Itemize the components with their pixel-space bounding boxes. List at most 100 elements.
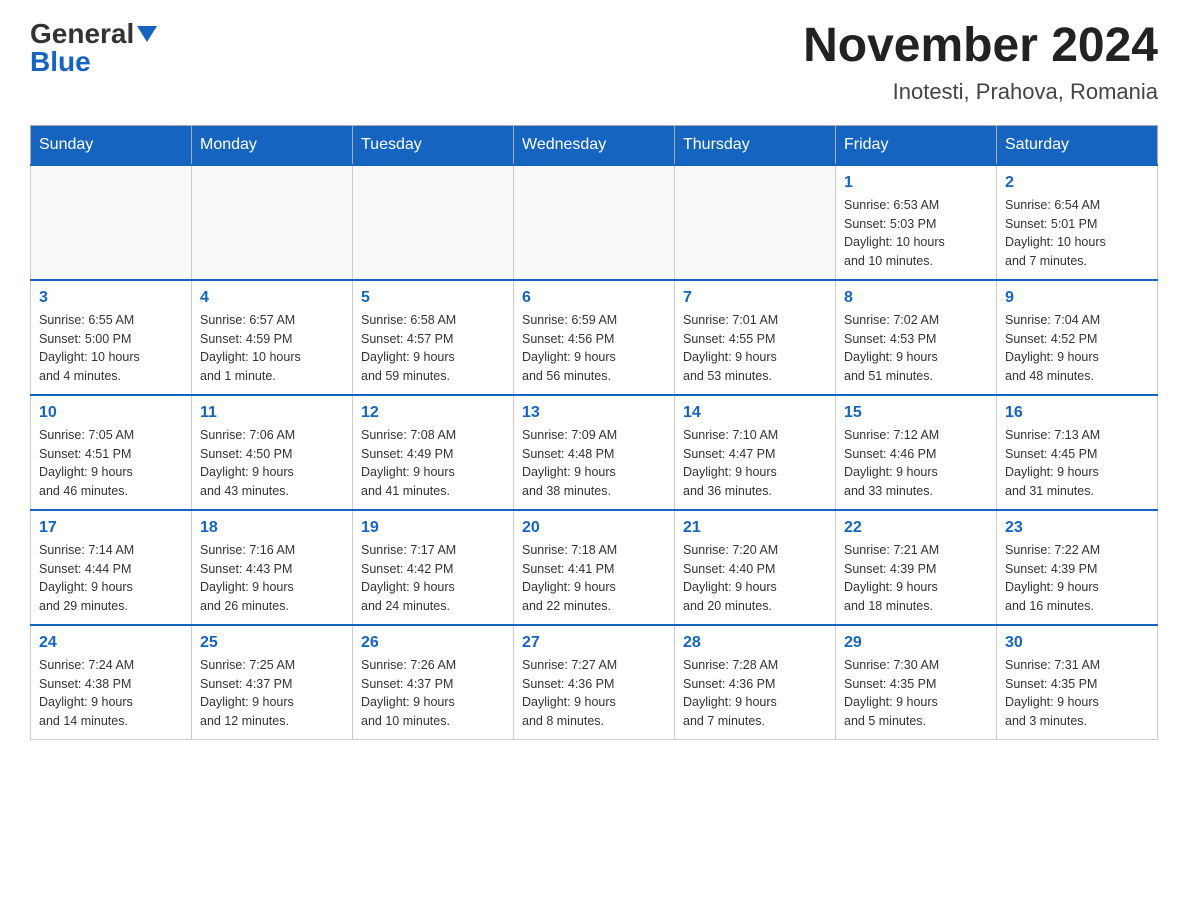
day-info: Sunrise: 6:54 AMSunset: 5:01 PMDaylight:… bbox=[1005, 196, 1149, 271]
calendar-cell: 26 Sunrise: 7:26 AMSunset: 4:37 PMDayligh… bbox=[353, 625, 514, 740]
day-number: 23 bbox=[1005, 519, 1149, 537]
day-info: Sunrise: 6:58 AMSunset: 4:57 PMDaylight:… bbox=[361, 311, 505, 386]
logo-general: General bbox=[30, 20, 134, 48]
day-info: Sunrise: 7:31 AMSunset: 4:35 PMDaylight:… bbox=[1005, 656, 1149, 731]
calendar-cell: 9 Sunrise: 7:04 AMSunset: 4:52 PMDaylight… bbox=[997, 280, 1158, 395]
calendar-subtitle: Inotesti, Prahova, Romania bbox=[803, 79, 1158, 105]
calendar-cell: 2 Sunrise: 6:54 AMSunset: 5:01 PMDaylight… bbox=[997, 165, 1158, 280]
day-number: 16 bbox=[1005, 404, 1149, 422]
day-number: 6 bbox=[522, 289, 666, 307]
weekday-header-row: SundayMondayTuesdayWednesdayThursdayFrid… bbox=[31, 125, 1158, 165]
day-number: 28 bbox=[683, 634, 827, 652]
day-number: 14 bbox=[683, 404, 827, 422]
day-number: 5 bbox=[361, 289, 505, 307]
calendar-cell: 13 Sunrise: 7:09 AMSunset: 4:48 PMDayligh… bbox=[514, 395, 675, 510]
day-number: 25 bbox=[200, 634, 344, 652]
day-info: Sunrise: 7:18 AMSunset: 4:41 PMDaylight:… bbox=[522, 541, 666, 616]
day-number: 2 bbox=[1005, 174, 1149, 192]
day-info: Sunrise: 6:59 AMSunset: 4:56 PMDaylight:… bbox=[522, 311, 666, 386]
day-info: Sunrise: 7:05 AMSunset: 4:51 PMDaylight:… bbox=[39, 426, 183, 501]
calendar-cell: 25 Sunrise: 7:25 AMSunset: 4:37 PMDayligh… bbox=[192, 625, 353, 740]
day-number: 12 bbox=[361, 404, 505, 422]
calendar-cell: 8 Sunrise: 7:02 AMSunset: 4:53 PMDaylight… bbox=[836, 280, 997, 395]
day-info: Sunrise: 7:06 AMSunset: 4:50 PMDaylight:… bbox=[200, 426, 344, 501]
calendar-cell: 6 Sunrise: 6:59 AMSunset: 4:56 PMDaylight… bbox=[514, 280, 675, 395]
calendar-cell: 30 Sunrise: 7:31 AMSunset: 4:35 PMDayligh… bbox=[997, 625, 1158, 740]
day-number: 3 bbox=[39, 289, 183, 307]
day-info: Sunrise: 7:24 AMSunset: 4:38 PMDaylight:… bbox=[39, 656, 183, 731]
day-info: Sunrise: 7:02 AMSunset: 4:53 PMDaylight:… bbox=[844, 311, 988, 386]
day-number: 30 bbox=[1005, 634, 1149, 652]
calendar-cell: 14 Sunrise: 7:10 AMSunset: 4:47 PMDayligh… bbox=[675, 395, 836, 510]
day-info: Sunrise: 7:25 AMSunset: 4:37 PMDaylight:… bbox=[200, 656, 344, 731]
calendar-cell: 23 Sunrise: 7:22 AMSunset: 4:39 PMDayligh… bbox=[997, 510, 1158, 625]
day-info: Sunrise: 7:20 AMSunset: 4:40 PMDaylight:… bbox=[683, 541, 827, 616]
calendar-cell: 11 Sunrise: 7:06 AMSunset: 4:50 PMDayligh… bbox=[192, 395, 353, 510]
day-number: 8 bbox=[844, 289, 988, 307]
calendar-cell bbox=[31, 165, 192, 280]
day-info: Sunrise: 7:01 AMSunset: 4:55 PMDaylight:… bbox=[683, 311, 827, 386]
day-number: 27 bbox=[522, 634, 666, 652]
day-number: 10 bbox=[39, 404, 183, 422]
week-row-5: 24Sunrise: 7:24 AMSunset: 4:38 PMDayligh… bbox=[31, 625, 1158, 740]
weekday-header-saturday: Saturday bbox=[997, 125, 1158, 165]
weekday-header-thursday: Thursday bbox=[675, 125, 836, 165]
day-number: 26 bbox=[361, 634, 505, 652]
calendar-cell: 27 Sunrise: 7:27 AMSunset: 4:36 PMDayligh… bbox=[514, 625, 675, 740]
day-info: Sunrise: 7:09 AMSunset: 4:48 PMDaylight:… bbox=[522, 426, 666, 501]
title-section: November 2024 Inotesti, Prahova, Romania bbox=[803, 20, 1158, 105]
calendar-cell: 10 Sunrise: 7:05 AMSunset: 4:51 PMDayligh… bbox=[31, 395, 192, 510]
day-info: Sunrise: 7:17 AMSunset: 4:42 PMDaylight:… bbox=[361, 541, 505, 616]
weekday-header-wednesday: Wednesday bbox=[514, 125, 675, 165]
calendar-table: SundayMondayTuesdayWednesdayThursdayFrid… bbox=[30, 125, 1158, 740]
day-info: Sunrise: 7:26 AMSunset: 4:37 PMDaylight:… bbox=[361, 656, 505, 731]
day-info: Sunrise: 7:04 AMSunset: 4:52 PMDaylight:… bbox=[1005, 311, 1149, 386]
weekday-header-tuesday: Tuesday bbox=[353, 125, 514, 165]
day-info: Sunrise: 7:27 AMSunset: 4:36 PMDaylight:… bbox=[522, 656, 666, 731]
calendar-cell: 7 Sunrise: 7:01 AMSunset: 4:55 PMDaylight… bbox=[675, 280, 836, 395]
calendar-cell: 24Sunrise: 7:24 AMSunset: 4:38 PMDayligh… bbox=[31, 625, 192, 740]
day-number: 15 bbox=[844, 404, 988, 422]
day-info: Sunrise: 6:55 AMSunset: 5:00 PMDaylight:… bbox=[39, 311, 183, 386]
weekday-header-sunday: Sunday bbox=[31, 125, 192, 165]
day-info: Sunrise: 7:16 AMSunset: 4:43 PMDaylight:… bbox=[200, 541, 344, 616]
calendar-cell: 18 Sunrise: 7:16 AMSunset: 4:43 PMDayligh… bbox=[192, 510, 353, 625]
calendar-cell: 5 Sunrise: 6:58 AMSunset: 4:57 PMDaylight… bbox=[353, 280, 514, 395]
calendar-cell bbox=[192, 165, 353, 280]
day-info: Sunrise: 7:28 AMSunset: 4:36 PMDaylight:… bbox=[683, 656, 827, 731]
day-info: Sunrise: 7:14 AMSunset: 4:44 PMDaylight:… bbox=[39, 541, 183, 616]
calendar-cell: 12 Sunrise: 7:08 AMSunset: 4:49 PMDayligh… bbox=[353, 395, 514, 510]
day-info: Sunrise: 7:08 AMSunset: 4:49 PMDaylight:… bbox=[361, 426, 505, 501]
day-number: 29 bbox=[844, 634, 988, 652]
calendar-header: SundayMondayTuesdayWednesdayThursdayFrid… bbox=[31, 125, 1158, 165]
day-info: Sunrise: 6:57 AMSunset: 4:59 PMDaylight:… bbox=[200, 311, 344, 386]
calendar-cell bbox=[675, 165, 836, 280]
day-info: Sunrise: 7:22 AMSunset: 4:39 PMDaylight:… bbox=[1005, 541, 1149, 616]
day-number: 9 bbox=[1005, 289, 1149, 307]
week-row-2: 3 Sunrise: 6:55 AMSunset: 5:00 PMDaylight… bbox=[31, 280, 1158, 395]
calendar-cell: 3 Sunrise: 6:55 AMSunset: 5:00 PMDaylight… bbox=[31, 280, 192, 395]
calendar-cell: 16Sunrise: 7:13 AMSunset: 4:45 PMDayligh… bbox=[997, 395, 1158, 510]
day-info: Sunrise: 7:10 AMSunset: 4:47 PMDaylight:… bbox=[683, 426, 827, 501]
calendar-cell: 28 Sunrise: 7:28 AMSunset: 4:36 PMDayligh… bbox=[675, 625, 836, 740]
calendar-cell: 22Sunrise: 7:21 AMSunset: 4:39 PMDayligh… bbox=[836, 510, 997, 625]
day-number: 17 bbox=[39, 519, 183, 537]
page-header: General Blue November 2024 Inotesti, Pra… bbox=[30, 20, 1158, 105]
calendar-cell: 21 Sunrise: 7:20 AMSunset: 4:40 PMDayligh… bbox=[675, 510, 836, 625]
day-number: 1 bbox=[844, 174, 988, 192]
calendar-cell bbox=[353, 165, 514, 280]
calendar-cell: 29Sunrise: 7:30 AMSunset: 4:35 PMDayligh… bbox=[836, 625, 997, 740]
day-number: 4 bbox=[200, 289, 344, 307]
day-number: 21 bbox=[683, 519, 827, 537]
day-number: 13 bbox=[522, 404, 666, 422]
day-number: 7 bbox=[683, 289, 827, 307]
logo: General Blue bbox=[30, 20, 157, 76]
calendar-cell: 17 Sunrise: 7:14 AMSunset: 4:44 PMDayligh… bbox=[31, 510, 192, 625]
weekday-header-monday: Monday bbox=[192, 125, 353, 165]
day-info: Sunrise: 7:12 AMSunset: 4:46 PMDaylight:… bbox=[844, 426, 988, 501]
day-number: 11 bbox=[200, 404, 344, 422]
day-number: 22 bbox=[844, 519, 988, 537]
logo-triangle-icon bbox=[137, 26, 157, 42]
day-number: 18 bbox=[200, 519, 344, 537]
day-number: 19 bbox=[361, 519, 505, 537]
